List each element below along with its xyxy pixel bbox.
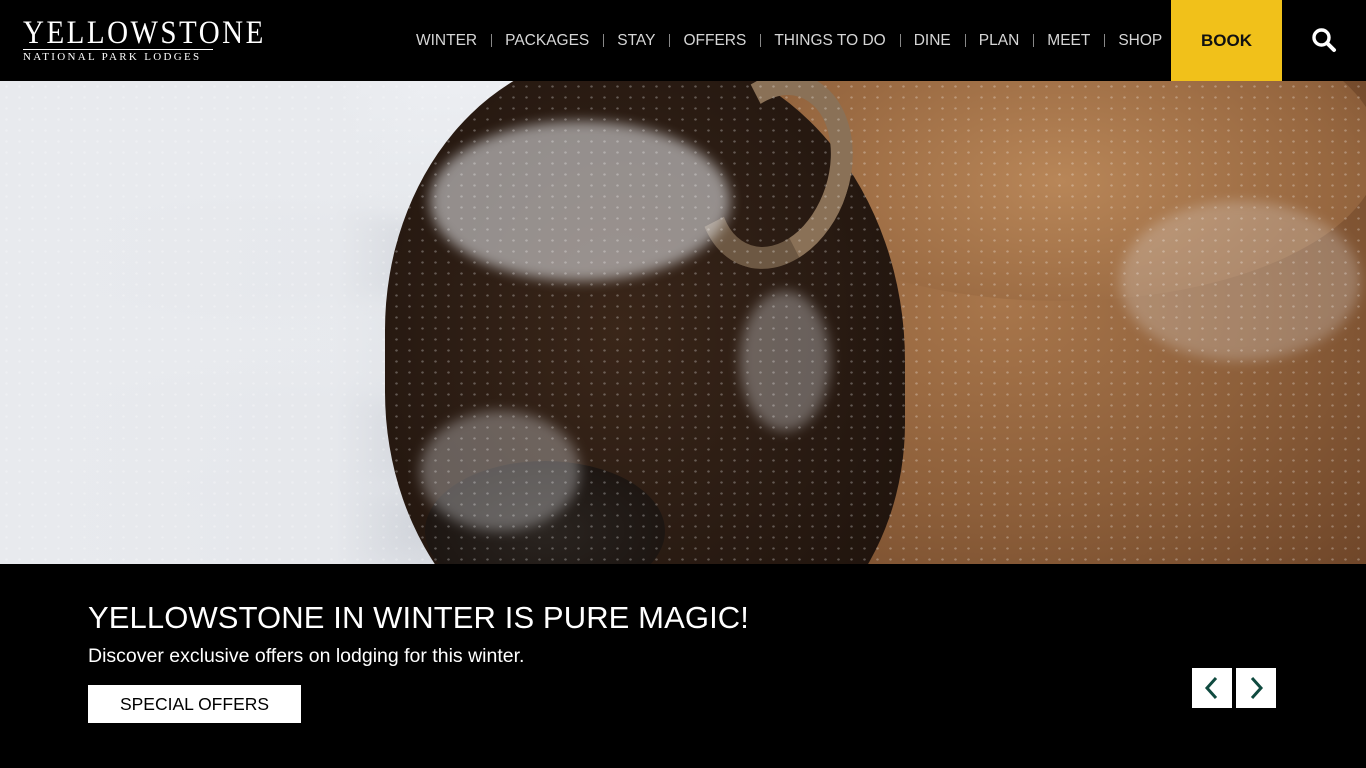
book-button[interactable]: BOOK <box>1171 0 1282 81</box>
nav-item-packages[interactable]: PACKAGES <box>491 32 603 50</box>
carousel-next-button[interactable] <box>1236 668 1276 708</box>
logo-divider <box>23 49 213 50</box>
nav-item-meet[interactable]: MEET <box>1033 32 1104 50</box>
site-header: YELLOWSTONE NATIONAL PARK LODGES WINTER … <box>0 0 1366 81</box>
logo-link[interactable]: YELLOWSTONE NATIONAL PARK LODGES <box>23 14 266 63</box>
search-icon <box>1312 28 1336 52</box>
hero-subtext: Discover exclusive offers on lodging for… <box>88 645 525 667</box>
special-offers-button[interactable]: SPECIAL OFFERS <box>88 685 301 723</box>
nav-item-shop[interactable]: SHOP <box>1104 32 1176 50</box>
nav-item-things-to-do[interactable]: THINGS TO DO <box>760 32 899 50</box>
logo-subtitle: NATIONAL PARK LODGES <box>23 51 202 63</box>
main-nav: WINTER PACKAGES STAY OFFERS THINGS TO DO… <box>402 0 1176 81</box>
chevron-left-icon <box>1204 676 1218 700</box>
nav-item-stay[interactable]: STAY <box>603 32 669 50</box>
nav-item-dine[interactable]: DINE <box>899 32 965 50</box>
nav-item-offers[interactable]: OFFERS <box>669 32 760 50</box>
chevron-right-icon <box>1250 676 1264 700</box>
nav-item-winter[interactable]: WINTER <box>402 32 491 50</box>
search-button[interactable] <box>1302 20 1346 60</box>
hero-headline: YELLOWSTONE IN WINTER IS PURE MAGIC! <box>88 600 750 635</box>
snowflakes-overlay <box>0 81 1366 564</box>
hero-image <box>0 81 1366 564</box>
nav-item-plan[interactable]: PLAN <box>964 32 1034 50</box>
logo-title: YELLOWSTONE <box>23 14 266 51</box>
carousel-prev-button[interactable] <box>1192 668 1232 708</box>
